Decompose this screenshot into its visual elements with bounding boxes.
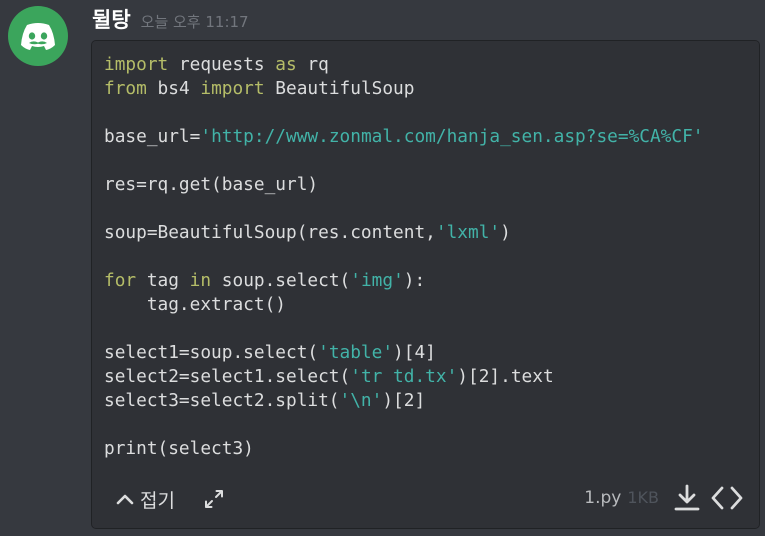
code-line: from bs4 import BeautifulSoup <box>104 77 414 101</box>
collapse-label: 접기 <box>140 489 175 512</box>
code-text: bs4 <box>146 78 201 99</box>
code-keyword: as <box>275 54 297 75</box>
timestamp: 오늘 오후 11:17 <box>140 13 249 31</box>
code-text: ) <box>500 222 511 243</box>
code-string: 'table' <box>318 342 394 363</box>
code-string: 'img' <box>350 270 404 291</box>
code-file-attachment: import requests as rq from bs4 import Bea… <box>91 40 760 529</box>
expand-arrows-icon <box>205 490 223 508</box>
code-string: 'lxml' <box>435 222 501 243</box>
code-text: select3=select2.split( <box>104 390 340 411</box>
code-text: print(select3) <box>104 438 254 459</box>
code-line: res=rq.get(base_url) <box>104 173 318 197</box>
file-name: 1.py <box>584 488 622 508</box>
code-text: tag <box>136 270 190 291</box>
code-keyword: for <box>104 270 137 291</box>
code-keyword: in <box>189 270 212 291</box>
download-icon <box>674 484 700 511</box>
chevron-up-icon <box>116 494 134 505</box>
code-keyword: from <box>104 78 147 99</box>
collapse-button[interactable]: 접기 <box>116 483 175 515</box>
code-line: select1=soup.select('table')[4] <box>104 341 436 365</box>
code-line: print(select3) <box>104 437 254 461</box>
code-text: BeautifulSoup <box>264 78 415 99</box>
message-header: 뒬탕 오늘 오후 11:17 <box>92 4 249 38</box>
chat-message: 뒬탕 오늘 오후 11:17 import requests as rq from… <box>0 0 765 536</box>
code-string: 'http://www.zonmal.com/hanja_sen.asp?se=… <box>200 126 704 147</box>
code-keyword: import <box>104 54 169 75</box>
username[interactable]: 뒬탕 <box>92 4 131 34</box>
code-text: rq <box>296 54 329 75</box>
code-brackets-icon <box>711 486 743 510</box>
code-line: select2=select1.select('tr td.tx')[2].te… <box>104 365 554 389</box>
user-avatar[interactable] <box>8 6 68 66</box>
code-string: '\n' <box>339 390 383 411</box>
code-preview: import requests as rq from bs4 import Bea… <box>92 41 759 471</box>
discord-logo-icon <box>21 23 55 50</box>
code-line: base_url='http://www.zonmal.com/hanja_se… <box>104 125 704 149</box>
code-keyword: import <box>200 78 265 99</box>
code-text: )[2] <box>382 390 426 411</box>
code-text: soup=BeautifulSoup(res.content, <box>104 222 436 243</box>
code-line: for tag in soup.select('img'): <box>104 269 425 293</box>
code-text: tag.extract() <box>104 294 286 315</box>
code-text: res=rq.get(base_url) <box>104 174 319 195</box>
code-text: base_url= <box>104 126 201 147</box>
expand-button[interactable] <box>202 487 226 511</box>
code-line: import requests as rq <box>104 53 329 77</box>
code-text: )[4] <box>393 342 436 363</box>
attachment-footer: 접기 1.py 1KB <box>92 470 759 528</box>
file-size: 1KB <box>627 488 659 507</box>
code-line: tag.extract() <box>104 293 286 317</box>
code-text: requests <box>168 54 276 75</box>
code-line: soup=BeautifulSoup(res.content,'lxml') <box>104 221 511 245</box>
code-text: soup.select( <box>211 270 351 291</box>
code-string: 'tr td.tx' <box>350 366 458 387</box>
view-raw-button[interactable] <box>709 484 745 512</box>
code-text: select1=soup.select( <box>104 342 319 363</box>
code-text: )[2].text <box>457 366 554 387</box>
download-button[interactable] <box>673 483 701 513</box>
file-info: 1.py 1KB <box>584 488 659 508</box>
code-line: select3=select2.split('\n')[2] <box>104 389 425 413</box>
code-text: ): <box>403 270 426 291</box>
code-text: select2=select1.select( <box>104 366 351 387</box>
